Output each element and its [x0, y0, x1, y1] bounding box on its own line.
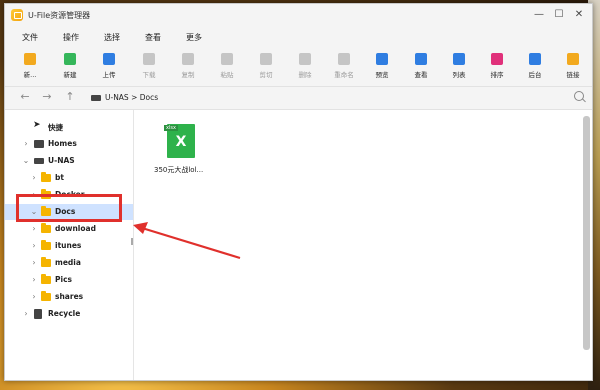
- list-button[interactable]: 列表: [444, 51, 474, 83]
- breadcrumb[interactable]: U-NAS > Docs: [105, 93, 158, 102]
- window-title: U-File资源管理器: [28, 11, 91, 20]
- new-folder-icon: [64, 53, 76, 65]
- preview-button[interactable]: 预览: [367, 51, 397, 83]
- upload-icon: [103, 53, 115, 65]
- rename-icon: [338, 53, 350, 65]
- paste-button[interactable]: 粘贴: [212, 51, 242, 83]
- app-logo-icon: [11, 9, 23, 21]
- chevron-right-icon[interactable]: ›: [30, 173, 38, 182]
- download-button[interactable]: 下载: [134, 51, 164, 83]
- chevron-right-icon[interactable]: ›: [22, 139, 30, 148]
- menu-file[interactable]: 文件: [22, 32, 38, 43]
- drive-icon: [34, 158, 44, 164]
- paste-icon: [221, 53, 233, 65]
- menu-select[interactable]: 选择: [104, 32, 120, 43]
- tree-homes[interactable]: › Homes: [5, 136, 133, 152]
- sidebar-resize-handle[interactable]: [131, 238, 133, 245]
- list-icon: [453, 53, 465, 65]
- copy-icon: [182, 53, 194, 65]
- annotation-highlight-box: [16, 194, 122, 222]
- menu-bar: 文件 操作 选择 查看 更多: [5, 27, 592, 47]
- tree-folder[interactable]: › itunes: [5, 238, 133, 254]
- background-icon: [529, 53, 541, 65]
- file-manager-window: U-File资源管理器 — ☐ ✕ 文件 操作 选择 查看 更多 新... 新建…: [4, 3, 593, 381]
- folder-icon: [41, 240, 51, 250]
- chevron-right-icon[interactable]: ›: [30, 275, 38, 284]
- folder-icon: [41, 223, 51, 233]
- tree-folder[interactable]: › bt: [5, 170, 133, 186]
- drive-icon: [91, 95, 101, 101]
- background-button[interactable]: 后台: [520, 51, 550, 83]
- sidebar-tree: ➤ 快捷 › Homes ⌄ U-NAS › bt › Docker ⌄ Doc…: [5, 110, 134, 380]
- tree-unas[interactable]: ⌄ U-NAS: [5, 153, 133, 169]
- tree-recycle[interactable]: › Recycle: [5, 306, 133, 322]
- tree-folder[interactable]: › media: [5, 255, 133, 271]
- menu-operate[interactable]: 操作: [63, 32, 79, 43]
- homes-icon: [34, 140, 44, 148]
- tree-folder[interactable]: › download: [5, 221, 133, 237]
- maximize-button[interactable]: ☐: [551, 7, 567, 23]
- tree-folder[interactable]: › shares: [5, 289, 133, 305]
- delete-button[interactable]: 删除: [290, 51, 320, 83]
- copy-button[interactable]: 复制: [173, 51, 203, 83]
- new-button[interactable]: 新...: [15, 51, 45, 83]
- new-file-icon: [24, 53, 36, 65]
- new-folder-button[interactable]: 新建: [55, 51, 85, 83]
- download-icon: [143, 53, 155, 65]
- back-arrow-icon[interactable]: ←: [18, 90, 32, 104]
- folder-icon: [41, 291, 51, 301]
- chevron-right-icon[interactable]: ›: [30, 241, 38, 250]
- chevron-down-icon[interactable]: ⌄: [22, 156, 30, 165]
- vertical-scrollbar[interactable]: [583, 116, 590, 350]
- minimize-button[interactable]: —: [531, 7, 547, 23]
- address-bar: ← → ↑ U-NAS > Docs: [5, 87, 592, 110]
- view-icon: [415, 53, 427, 65]
- tree-quick-access[interactable]: ➤ 快捷: [5, 119, 133, 135]
- menu-more[interactable]: 更多: [186, 32, 202, 43]
- link-icon: [567, 53, 579, 65]
- menu-view[interactable]: 查看: [145, 32, 161, 43]
- forward-arrow-icon[interactable]: →: [40, 90, 54, 104]
- cut-icon: [260, 53, 272, 65]
- folder-icon: [41, 257, 51, 267]
- chevron-right-icon[interactable]: ›: [30, 292, 38, 301]
- view-button[interactable]: 查看: [406, 51, 436, 83]
- file-name: 350元大战lol...: [154, 166, 204, 174]
- chevron-right-icon[interactable]: ›: [30, 224, 38, 233]
- rename-button[interactable]: 重命名: [329, 51, 359, 83]
- chevron-right-icon[interactable]: ›: [30, 258, 38, 267]
- sort-icon: [491, 53, 503, 65]
- tree-folder[interactable]: › Pics: [5, 272, 133, 288]
- close-button[interactable]: ✕: [571, 7, 587, 23]
- folder-icon: [41, 274, 51, 284]
- link-button[interactable]: 链接: [558, 51, 588, 83]
- upload-button[interactable]: 上传: [94, 51, 124, 83]
- up-arrow-icon[interactable]: ↑: [63, 90, 77, 104]
- trash-icon: [34, 309, 42, 319]
- toolbar: 新... 新建 上传 下载 复制 粘贴 剪切 删除 重命名 预览 查看 列表 排…: [5, 47, 592, 87]
- excel-file-icon: xlsx X: [164, 124, 195, 158]
- delete-icon: [299, 53, 311, 65]
- sort-button[interactable]: 排序: [482, 51, 512, 83]
- folder-icon: [41, 172, 51, 182]
- send-icon: ➤: [33, 120, 41, 130]
- cut-button[interactable]: 剪切: [251, 51, 281, 83]
- search-icon[interactable]: [574, 91, 584, 101]
- file-list-area: xlsx X 350元大战lol...: [134, 110, 580, 380]
- title-bar: U-File资源管理器 — ☐ ✕: [5, 4, 592, 27]
- preview-icon: [376, 53, 388, 65]
- chevron-right-icon[interactable]: ›: [22, 309, 30, 318]
